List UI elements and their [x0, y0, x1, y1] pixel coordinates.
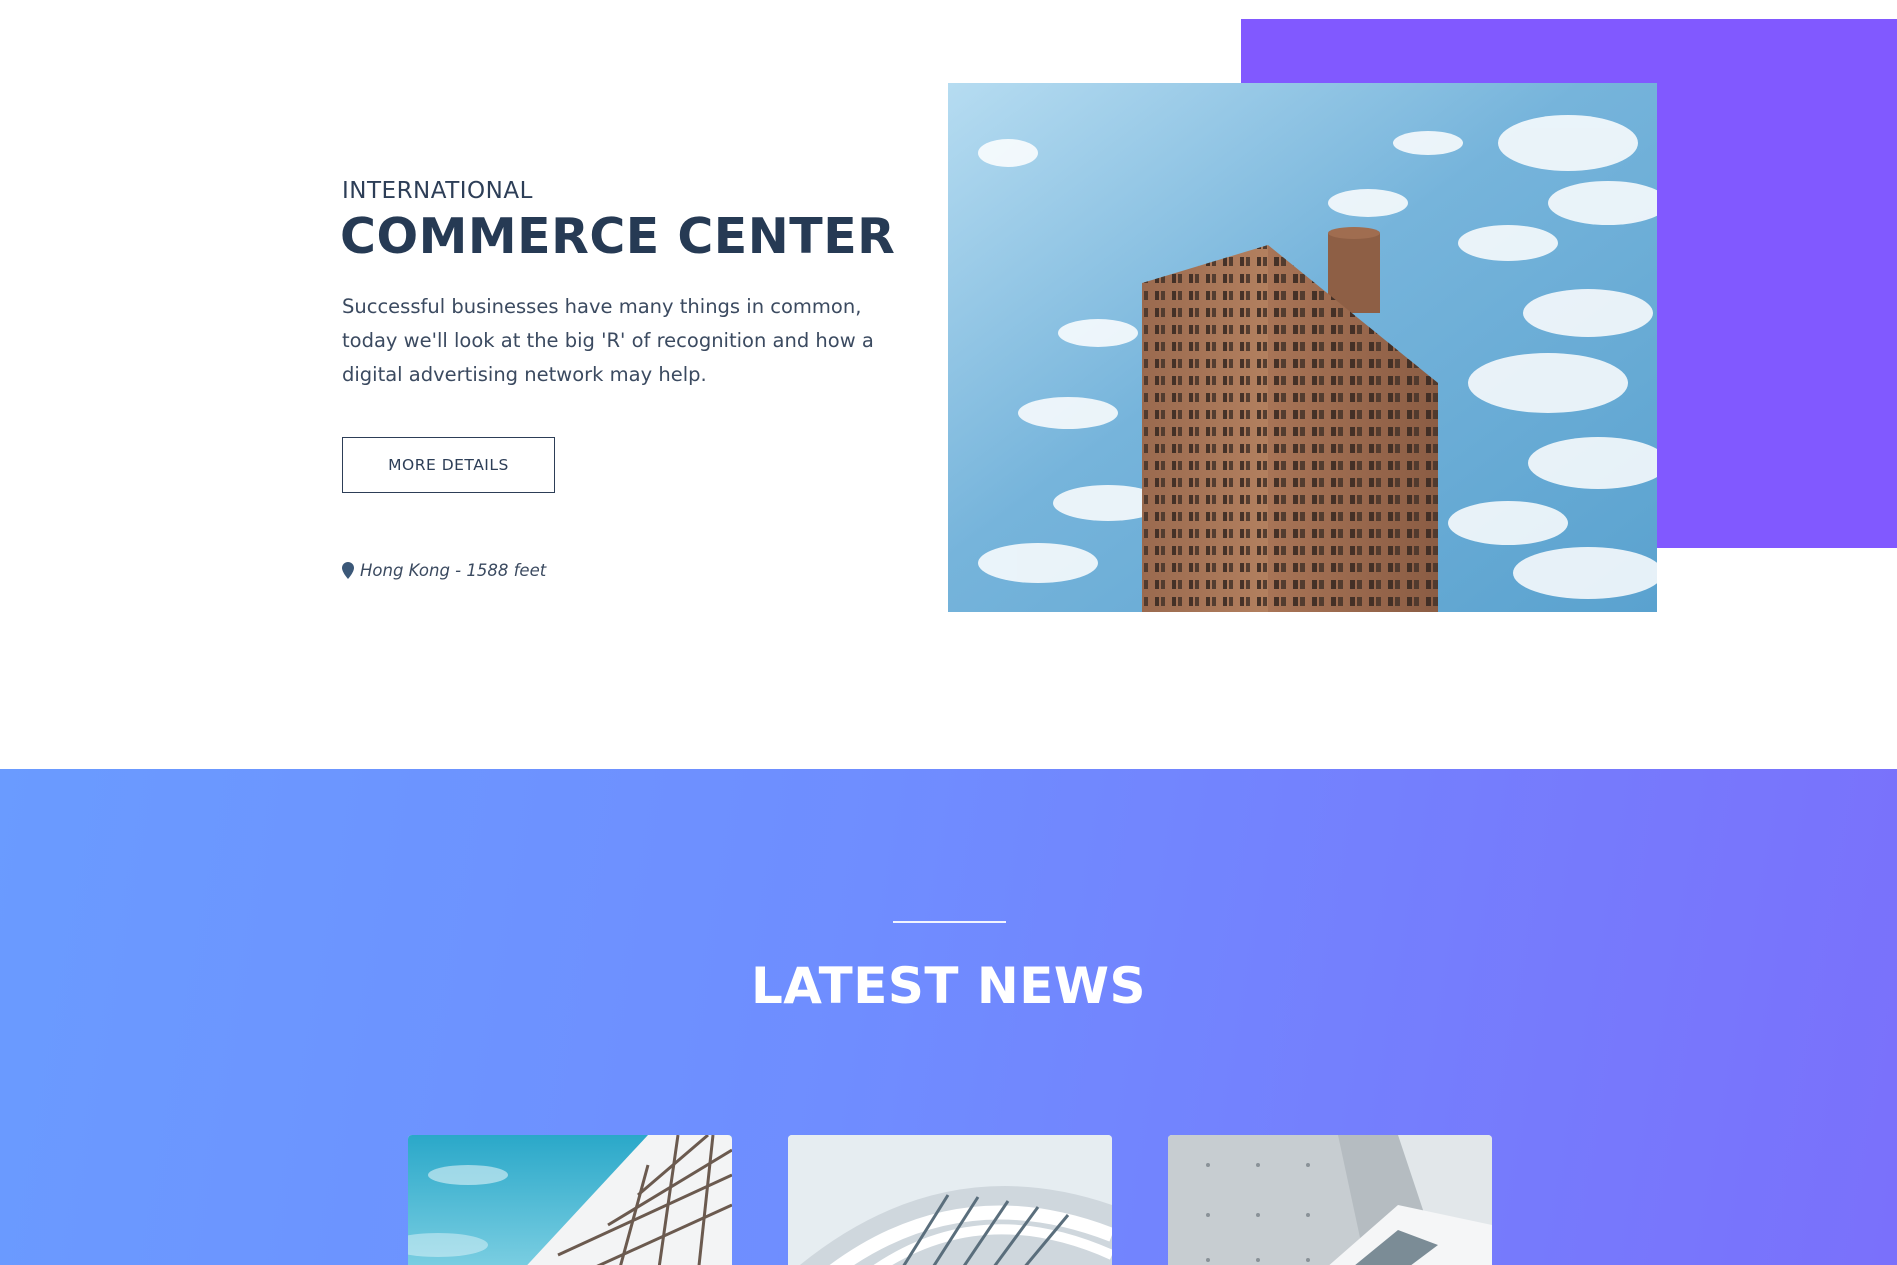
- hero-kicker: INTERNATIONAL: [342, 178, 533, 204]
- news-card-3[interactable]: [1168, 1135, 1492, 1265]
- more-details-button[interactable]: MORE DETAILS: [342, 437, 555, 493]
- news-card-image: [788, 1135, 1112, 1265]
- map-pin-icon: [342, 562, 354, 579]
- news-card-2[interactable]: [788, 1135, 1112, 1265]
- hero-section: INTERNATIONAL COMMERCE CENTER Successful…: [0, 0, 1897, 769]
- building-image: [948, 83, 1657, 612]
- location-text: Hong Kong - 1588 feet: [360, 561, 547, 580]
- hero-location: Hong Kong - 1588 feet: [342, 561, 546, 580]
- section-divider: [893, 921, 1006, 923]
- latest-news-section: LATEST NEWS: [0, 769, 1897, 1265]
- hero-title: COMMERCE CENTER: [340, 208, 896, 265]
- latest-news-title: LATEST NEWS: [750, 957, 1147, 1015]
- news-card-image: [408, 1135, 732, 1265]
- news-card-image: [1168, 1135, 1492, 1265]
- hero-description: Successful businesses have many things i…: [342, 295, 874, 386]
- hero-building-photo: [948, 83, 1657, 612]
- news-card-1[interactable]: [408, 1135, 732, 1265]
